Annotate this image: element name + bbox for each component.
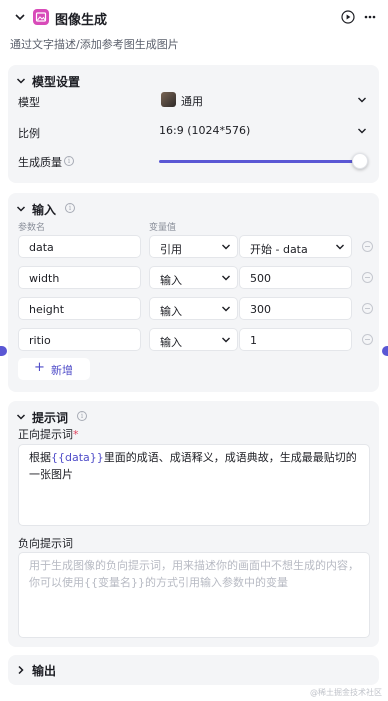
model-value: 通用 <box>181 95 203 108</box>
remove-param-icon[interactable] <box>362 334 373 345</box>
param-name: width <box>29 272 60 285</box>
chevron-down-icon <box>336 244 344 250</box>
info-icon: i <box>64 156 74 166</box>
node-title: 图像生成 <box>55 13 108 28</box>
node-header: 图像生成 <box>0 0 388 36</box>
chevron-down-icon[interactable] <box>16 204 26 214</box>
chevron-down-icon[interactable] <box>16 412 26 422</box>
remove-param-icon[interactable] <box>362 303 373 314</box>
ratio-value: 16:9 (1024*576) <box>159 124 251 137</box>
input-title: 输入 <box>32 203 57 217</box>
chevron-down-icon <box>222 275 230 281</box>
watermark: @稀土掘金技术社区 <box>310 688 382 697</box>
param-value-select[interactable]: 开始 - data <box>239 235 352 258</box>
prompt-title: 提示词 <box>32 411 69 425</box>
info-icon: i <box>77 411 87 421</box>
chevron-down-icon[interactable] <box>14 11 26 23</box>
input-port-handle[interactable] <box>0 346 7 356</box>
negative-prompt-textarea[interactable]: 用于生成图像的负向提示词，用来描述你的画面中不想生成的内容，你可以使用{{变量名… <box>18 552 370 638</box>
chevron-down-icon <box>358 128 366 134</box>
param-name-field[interactable]: width <box>18 266 141 289</box>
param-value-input[interactable]: 300 <box>239 297 352 320</box>
add-param-label: 新增 <box>51 364 73 377</box>
image-icon <box>33 9 49 25</box>
chevron-down-icon <box>222 306 230 312</box>
model-select[interactable]: 通用 <box>159 88 371 112</box>
quality-label: 生成质量 <box>18 156 62 169</box>
model-avatar <box>161 92 176 107</box>
model-label: 模型 <box>18 96 40 109</box>
node-description: 通过文字描述/添加参考图生成图片 <box>10 38 179 51</box>
info-icon: i <box>65 203 75 213</box>
param-type-select[interactable]: 输入 <box>149 266 238 289</box>
param-type-select[interactable]: 输入 <box>149 297 238 320</box>
ratio-label: 比例 <box>18 127 40 140</box>
param-type: 输入 <box>160 336 182 349</box>
chevron-right-icon[interactable] <box>16 665 26 675</box>
output-title: 输出 <box>32 664 57 678</box>
input-section: 输入 i 参数名 变量值 data 引用 开始 - data width 输入 … <box>8 193 379 392</box>
positive-prompt-label-text: 正向提示词 <box>18 428 73 441</box>
positive-prompt-textarea[interactable]: 根据{{data}}里面的成语、成语释义，成语典故，生成最最贴切的一张图片 <box>18 444 370 526</box>
param-type: 输入 <box>160 305 182 318</box>
param-value: 500 <box>250 272 271 285</box>
add-param-button[interactable]: + 新增 <box>18 358 90 380</box>
required-mark: * <box>73 428 79 441</box>
param-value-input[interactable]: 1 <box>239 328 352 351</box>
output-port-handle[interactable] <box>382 346 388 356</box>
param-name-field[interactable]: ritio <box>18 328 141 351</box>
chevron-down-icon <box>222 244 230 250</box>
remove-param-icon[interactable] <box>362 272 373 283</box>
quality-slider-handle[interactable] <box>352 153 368 169</box>
remove-param-icon[interactable] <box>362 241 373 252</box>
negative-prompt-label: 负向提示词 <box>18 537 73 550</box>
param-type-select[interactable]: 引用 <box>149 235 238 258</box>
param-value-input[interactable]: 500 <box>239 266 352 289</box>
param-name-field[interactable]: height <box>18 297 141 320</box>
param-type: 引用 <box>160 243 182 256</box>
quality-slider-track[interactable] <box>159 160 359 163</box>
positive-prompt-label: 正向提示词* <box>18 426 79 442</box>
prompt-section: 提示词 i 正向提示词* 根据{{data}}里面的成语、成语释义，成语典故，生… <box>8 401 379 647</box>
prompt-text: 根据 <box>29 451 51 464</box>
param-value: 1 <box>250 334 257 347</box>
play-icon[interactable] <box>341 10 355 24</box>
more-icon[interactable] <box>363 10 377 24</box>
chevron-down-icon <box>358 97 366 103</box>
param-name: data <box>29 241 54 254</box>
param-name-header: 参数名 <box>18 223 46 233</box>
param-type: 输入 <box>160 274 182 287</box>
prompt-variable: {{data}} <box>51 451 104 464</box>
ratio-select[interactable]: 16:9 (1024*576) <box>159 119 371 143</box>
model-settings-section: 模型设置 模型 通用 比例 16:9 (1024*576) 生成质量 i <box>8 65 379 183</box>
chevron-down-icon[interactable] <box>16 76 26 86</box>
param-name-field[interactable]: data <box>18 235 141 258</box>
plus-icon: + <box>34 360 45 375</box>
chevron-down-icon <box>222 337 230 343</box>
output-section: 输出 <box>8 655 379 685</box>
param-name: ritio <box>29 334 51 347</box>
param-value: 300 <box>250 303 271 316</box>
param-value: 开始 - data <box>250 243 308 256</box>
param-value-header: 变量值 <box>149 223 177 233</box>
model-settings-title: 模型设置 <box>32 75 81 89</box>
param-type-select[interactable]: 输入 <box>149 328 238 351</box>
param-name: height <box>29 303 65 316</box>
